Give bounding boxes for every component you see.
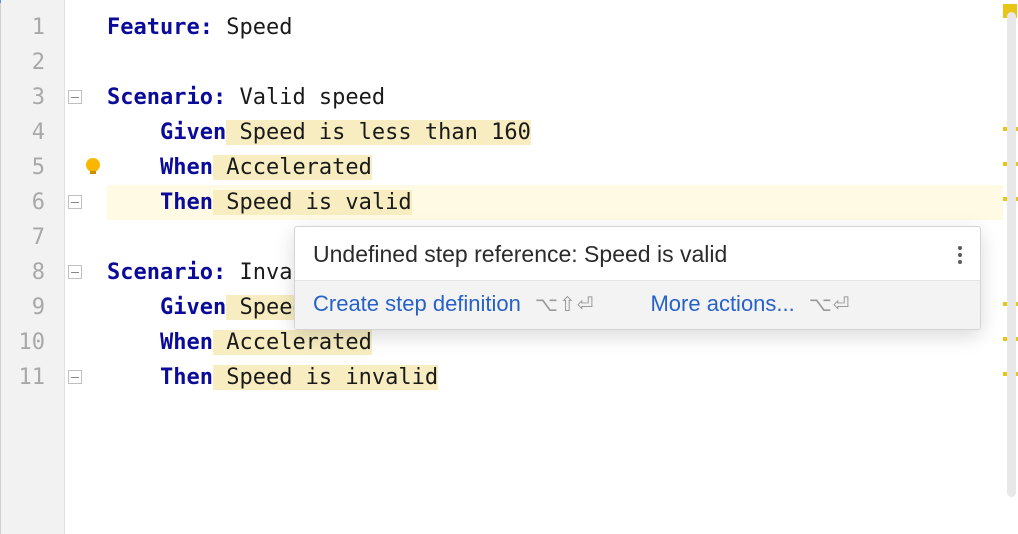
fold-strip [65,0,107,534]
more-icon[interactable] [958,246,962,264]
keyword: Then [160,190,213,215]
line-number: 7 [1,220,45,255]
lightbulb-icon[interactable] [83,157,103,177]
line-number: 1 [1,10,45,45]
fold-handle[interactable] [68,90,82,104]
keyword: Given [160,295,226,320]
shortcut-label: ⌥⏎ [809,292,851,317]
keyword: Given [160,120,226,145]
scrollbar[interactable] [1007,12,1016,497]
line-number: 10 [1,325,45,360]
line-number: 8 [1,255,45,290]
keyword: Scenario: [107,85,226,110]
line-number: 4 [1,115,45,150]
code-text: Speed [213,15,292,40]
keyword: Then [160,365,213,390]
code-text: Speed is invalid [213,365,438,390]
line-number: 3 [1,80,45,115]
code-line[interactable]: When Accelerated [107,150,1003,185]
code-line[interactable]: Then Speed is valid [107,185,1003,220]
keyword: Feature: [107,15,213,40]
code-text: Speed is valid [213,190,412,215]
code-line[interactable]: Scenario: Valid speed [107,80,1003,115]
line-number: 2 [1,45,45,80]
fold-handle[interactable] [68,195,82,209]
code-text: Accelerated [213,330,372,355]
popup-title: Undefined step reference: Speed is valid [313,241,727,268]
intention-popup: Undefined step reference: Speed is valid… [294,226,981,330]
keyword: When [160,330,213,355]
code-line[interactable] [107,45,1003,80]
code-text: Speed is less than 160 [226,120,531,145]
fold-handle[interactable] [68,370,82,384]
popup-header: Undefined step reference: Speed is valid [295,227,980,280]
code-text: Accelerated [213,155,372,180]
line-number: 11 [1,360,45,395]
popup-actions: Create step definition ⌥⇧⏎ More actions.… [295,280,980,329]
code-line[interactable]: Then Speed is invalid [107,360,1003,395]
code-line[interactable]: When Accelerated [107,325,1003,360]
more-actions-link[interactable]: More actions... [650,291,794,317]
shortcut-label: ⌥⇧⏎ [535,292,595,317]
code-line[interactable]: Feature: Speed [107,10,1003,45]
line-number: 9 [1,290,45,325]
code-line[interactable]: Given Speed is less than 160 [107,115,1003,150]
error-stripe[interactable] [1003,0,1018,534]
keyword: Scenario: [107,260,226,285]
line-number: 5 [1,150,45,185]
keyword: When [160,155,213,180]
create-step-definition-link[interactable]: Create step definition [313,291,521,317]
line-number-gutter: 1 2 3 4 5 6 7 8 9 10 11 [1,0,65,534]
line-number: 6 [1,185,45,220]
code-text: Valid speed [226,85,385,110]
fold-handle[interactable] [68,265,82,279]
